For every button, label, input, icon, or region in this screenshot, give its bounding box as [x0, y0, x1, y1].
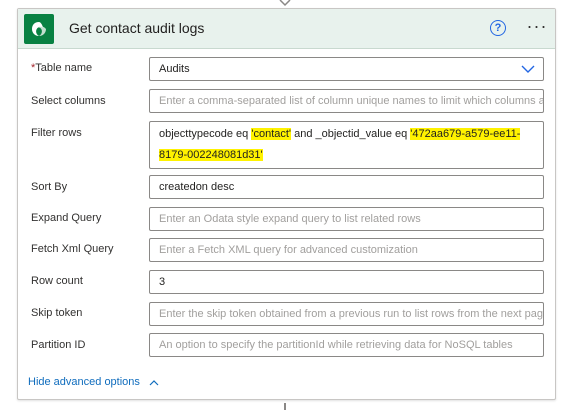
row-count-value: 3 — [159, 276, 166, 288]
row-count-input[interactable]: 3 — [149, 270, 544, 294]
skip-token-label: Skip token — [31, 307, 83, 319]
table-name-value: Audits — [159, 63, 190, 75]
select-columns-label: Select columns — [31, 95, 106, 107]
fetch-xml-placeholder: Enter a Fetch XML query for advanced cus… — [159, 244, 418, 256]
filter-rows-input[interactable]: objecttypecode eq 'contact' and _objecti… — [149, 121, 544, 169]
sort-by-label: Sort By — [31, 181, 68, 193]
chevron-down-icon — [521, 65, 535, 73]
filter-rows-label: Filter rows — [31, 127, 82, 139]
skip-token-placeholder: Enter the skip token obtained from a pre… — [159, 308, 543, 320]
hide-advanced-options-label: Hide advanced options — [28, 376, 140, 388]
table-name-label: *Table name — [31, 62, 93, 74]
sort-by-value: createdon desc — [159, 181, 235, 193]
action-card: Get contact audit logs ? ··· *Table name… — [17, 8, 556, 400]
fetch-xml-label: Fetch Xml Query — [31, 243, 114, 255]
expand-query-label: Expand Query — [31, 212, 102, 224]
partition-id-input[interactable]: An option to specify the partitionId whi… — [149, 333, 544, 357]
hide-advanced-options-link[interactable]: Hide advanced options — [28, 376, 159, 388]
sort-by-input[interactable]: createdon desc — [149, 175, 544, 199]
flow-connector-arrow-icon — [279, 0, 291, 7]
partition-id-label: Partition ID — [31, 339, 86, 351]
table-name-dropdown[interactable]: Audits — [149, 57, 544, 81]
flow-connector-line — [284, 403, 286, 410]
card-header[interactable]: Get contact audit logs ? ··· — [18, 9, 555, 49]
partition-id-placeholder: An option to specify the partitionId whi… — [159, 339, 513, 351]
filter-text-2: and _objectid_value eq — [291, 128, 411, 140]
help-circle-icon[interactable]: ? — [490, 20, 506, 36]
filter-highlight-guid-1: '472aa679-a579-ee11- — [410, 128, 521, 140]
filter-highlight-guid-2: 8179-002248081d31' — [159, 149, 263, 161]
card-title: Get contact audit logs — [69, 20, 205, 36]
select-columns-placeholder: Enter a comma-separated list of column u… — [159, 95, 544, 107]
row-count-label: Row count — [31, 275, 83, 287]
skip-token-input[interactable]: Enter the skip token obtained from a pre… — [149, 302, 544, 326]
chevron-up-icon — [149, 379, 159, 386]
select-columns-input[interactable]: Enter a comma-separated list of column u… — [149, 89, 544, 113]
filter-highlight-contact: 'contact' — [251, 128, 292, 140]
fetch-xml-input[interactable]: Enter a Fetch XML query for advanced cus… — [149, 238, 544, 262]
expand-query-placeholder: Enter an Odata style expand query to lis… — [159, 213, 421, 225]
dataverse-icon — [24, 14, 54, 44]
filter-text-1: objecttypecode eq — [159, 128, 252, 140]
expand-query-input[interactable]: Enter an Odata style expand query to lis… — [149, 207, 544, 231]
more-ellipsis-icon[interactable]: ··· — [525, 16, 549, 40]
